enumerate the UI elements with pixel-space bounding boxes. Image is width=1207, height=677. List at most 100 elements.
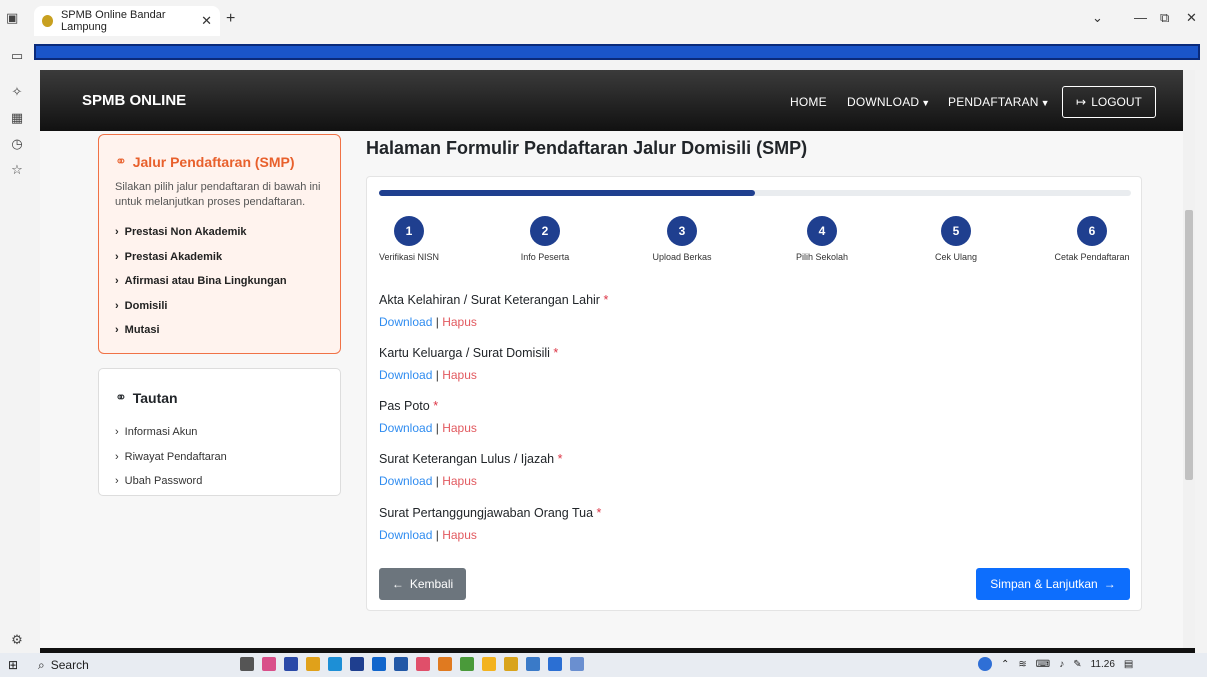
link-separator: | <box>435 315 439 329</box>
app-icon[interactable] <box>526 657 540 671</box>
tautan-item-riwayat[interactable]: › Riwayat Pendaftaran <box>115 445 324 470</box>
simpan-label: Simpan & Lanjutkan <box>990 577 1098 591</box>
tab-close-icon[interactable]: ✕ <box>201 13 212 29</box>
windows-start-icon[interactable]: ⊞ <box>8 658 22 672</box>
chevron-right-icon: › <box>115 250 119 263</box>
step-6: 6 Cetak Pendaftaran <box>1047 216 1137 262</box>
new-tab-button[interactable]: + <box>226 10 235 28</box>
volume-icon[interactable]: ♪ <box>1059 659 1064 670</box>
scrollbar-thumb[interactable] <box>1185 210 1193 480</box>
document-label-text: Surat Pertanggungjawaban Orang Tua <box>379 506 594 520</box>
jalur-item-prestasi-akademik[interactable]: › Prestasi Akademik <box>115 245 324 270</box>
word-icon[interactable] <box>548 657 562 671</box>
document-ijazah: Surat Keterangan Lulus / Ijazah * Downlo… <box>379 452 562 488</box>
firefox-icon[interactable] <box>438 657 452 671</box>
download-link[interactable]: Download <box>379 474 432 488</box>
hapus-link[interactable]: Hapus <box>442 528 477 542</box>
caret-down-icon: ▼ <box>921 98 931 108</box>
wifi-icon[interactable]: ≋ <box>1018 659 1026 670</box>
link-separator: | <box>435 474 439 488</box>
app-icon[interactable] <box>394 657 408 671</box>
chrome-icon[interactable] <box>482 657 496 671</box>
edge-icon[interactable] <box>328 657 342 671</box>
download-link[interactable]: Download <box>379 528 432 542</box>
download-link[interactable]: Download <box>379 368 432 382</box>
app-icon[interactable] <box>262 657 276 671</box>
tab-actions-icon[interactable]: ▣ <box>6 10 22 26</box>
document-label: Surat Keterangan Lulus / Ijazah * <box>379 452 562 466</box>
hapus-link[interactable]: Hapus <box>442 315 477 329</box>
app-icon[interactable] <box>372 657 386 671</box>
tautan-item-informasi-akun[interactable]: › Informasi Akun <box>115 420 324 445</box>
browser-tab[interactable]: SPMB Online Bandar Lampung ✕ <box>34 6 220 36</box>
taskbar-search[interactable]: ⌕ Search <box>38 655 218 675</box>
chevron-right-icon: › <box>115 324 119 337</box>
nav-download[interactable]: DOWNLOAD ▼ <box>847 95 930 109</box>
help-icon[interactable] <box>978 657 992 671</box>
jalur-item-prestasi-non-akademik[interactable]: › Prestasi Non Akademik <box>115 220 324 245</box>
arrow-left-icon: ← <box>391 577 404 591</box>
windows-taskbar: ⊞ ⌕ Search ⌃ ≋ ⌨ ♪ ✎ 11.26 ▤ <box>0 653 1207 677</box>
app-icon[interactable] <box>416 657 430 671</box>
app-icon[interactable] <box>570 657 584 671</box>
kembali-label: Kembali <box>409 577 454 591</box>
collections-icon[interactable]: ▦ <box>10 110 24 125</box>
nav-pendaftaran-label: PENDAFTARAN <box>948 95 1039 109</box>
document-label: Akta Kelahiran / Surat Keterangan Lahir … <box>379 293 608 307</box>
jalur-item-mutasi[interactable]: › Mutasi <box>115 318 324 343</box>
task-view-icon[interactable] <box>240 657 254 671</box>
kembali-button[interactable]: ← Kembali <box>379 568 466 600</box>
page-scrollbar[interactable] <box>1183 70 1195 653</box>
clock-time[interactable]: 11.26 <box>1091 659 1115 670</box>
pen-icon[interactable]: ✎ <box>1073 659 1081 670</box>
jalur-item-afirmasi[interactable]: › Afirmasi atau Bina Lingkungan <box>115 269 324 294</box>
sidebar-toggle-icon[interactable]: ▭ <box>10 48 24 63</box>
settings-gear-icon[interactable]: ⚙ <box>10 632 24 647</box>
jalur-item-domisili[interactable]: › Domisili <box>115 294 324 319</box>
nav-download-label: DOWNLOAD <box>847 95 920 109</box>
hapus-link[interactable]: Hapus <box>442 368 477 382</box>
required-mark: * <box>603 293 609 307</box>
file-explorer-icon[interactable] <box>306 657 320 671</box>
close-window-icon[interactable]: ✕ <box>1186 10 1197 26</box>
tautan-item-label: Ubah Password <box>124 475 203 488</box>
hapus-link[interactable]: Hapus <box>442 421 477 435</box>
required-mark: * <box>553 346 559 360</box>
step-number: 6 <box>1077 216 1107 246</box>
restore-icon[interactable]: ⧉ <box>1160 10 1169 26</box>
logout-button[interactable]: ↦ LOGOUT <box>1062 86 1156 118</box>
favorites-icon[interactable]: ☆ <box>10 162 24 177</box>
app-icon[interactable] <box>284 657 298 671</box>
document-links: Download | Hapus <box>379 368 558 382</box>
document-label: Kartu Keluarga / Surat Domisili * <box>379 346 558 360</box>
download-link[interactable]: Download <box>379 421 432 435</box>
notification-icon[interactable]: ▤ <box>1124 659 1133 670</box>
chevron-right-icon: › <box>115 475 119 488</box>
app-icon[interactable] <box>460 657 474 671</box>
tautan-title-text: Tautan <box>132 389 178 406</box>
step-number: 3 <box>667 216 697 246</box>
nav-pendaftaran[interactable]: PENDAFTARAN ▼ <box>948 95 1050 109</box>
tab-list-icon[interactable]: ⌄ <box>1092 10 1103 26</box>
minimize-icon[interactable]: — <box>1134 10 1147 25</box>
chevron-up-icon[interactable]: ⌃ <box>1001 659 1009 670</box>
website-viewport: SPMB ONLINE HOME DOWNLOAD ▼ PENDAFTARAN ▼ … <box>40 70 1195 653</box>
keyboard-icon[interactable]: ⌨ <box>1036 659 1050 670</box>
download-link[interactable]: Download <box>379 315 432 329</box>
app-icon[interactable] <box>504 657 518 671</box>
system-tray: ⌃ ≋ ⌨ ♪ ✎ 11.26 ▤ <box>978 657 1133 671</box>
required-mark: * <box>433 399 439 413</box>
app-icon[interactable] <box>350 657 364 671</box>
copilot-icon[interactable]: ✧ <box>10 84 24 99</box>
document-label-text: Pas Poto <box>379 399 430 413</box>
tautan-item-ubah-password[interactable]: › Ubah Password <box>115 469 324 494</box>
address-bar[interactable] <box>34 44 1200 60</box>
document-label-text: Surat Keterangan Lulus / Ijazah <box>379 452 555 466</box>
simpan-lanjutkan-button[interactable]: Simpan & Lanjutkan → <box>976 568 1130 600</box>
step-label: Upload Berkas <box>652 252 712 262</box>
history-icon[interactable]: ◷ <box>10 136 24 151</box>
hapus-link[interactable]: Hapus <box>442 474 477 488</box>
document-surat-orang-tua: Surat Pertanggungjawaban Orang Tua * Dow… <box>379 506 601 542</box>
brand-logo[interactable]: SPMB ONLINE <box>82 92 186 109</box>
nav-home[interactable]: HOME <box>790 95 827 109</box>
